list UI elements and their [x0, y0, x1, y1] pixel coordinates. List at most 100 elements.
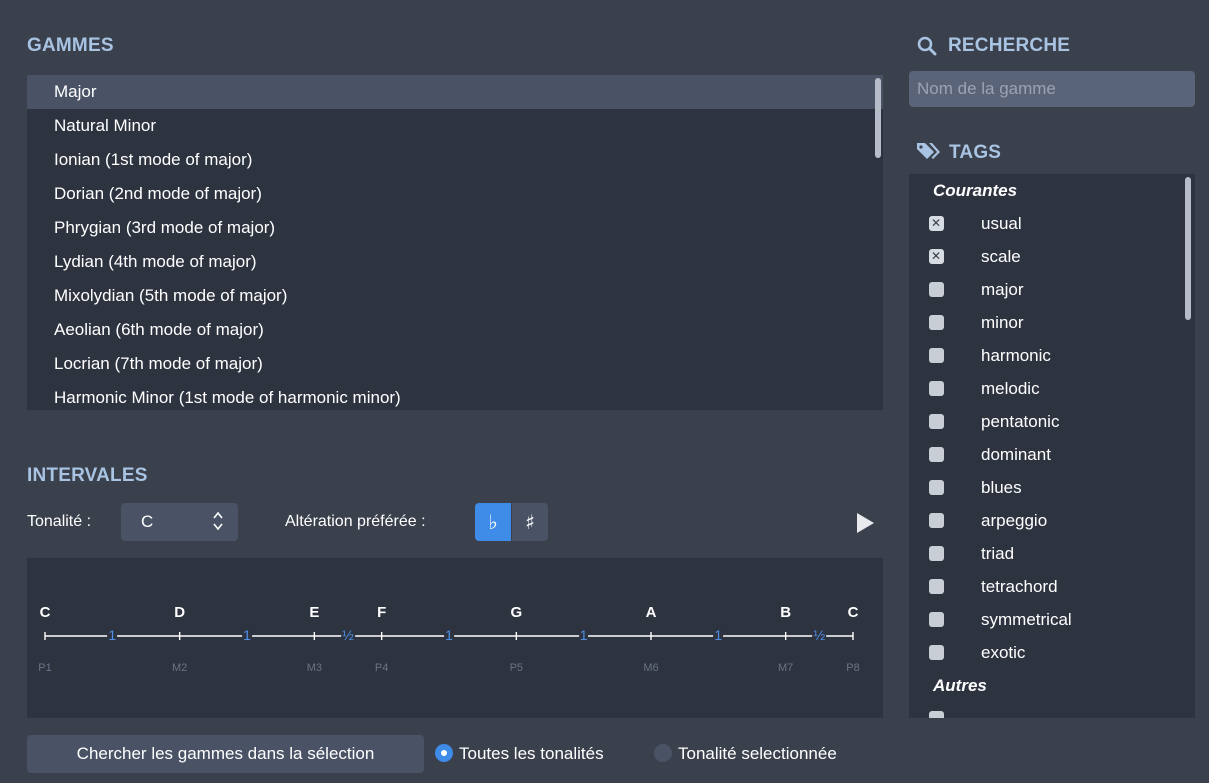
scale-list-item[interactable]: Locrian (7th mode of major): [27, 347, 883, 381]
tonality-label: Tonalité :: [27, 513, 92, 530]
degree-label: M7: [778, 662, 794, 674]
note-label: E: [309, 604, 320, 621]
tag-checkbox[interactable]: [929, 282, 944, 297]
tag-row: dominant: [909, 438, 1195, 471]
degree-label: P8: [846, 662, 860, 674]
tag-checkbox[interactable]: [929, 315, 944, 330]
tag-row: pentatonic: [909, 405, 1195, 438]
tag-row: major: [909, 273, 1195, 306]
tag-checkbox[interactable]: [929, 207, 944, 240]
search-in-selection-button[interactable]: Chercher les gammes dans la sélection: [27, 735, 424, 773]
tag-checkbox[interactable]: [929, 645, 944, 660]
tag-row: arpeggio: [909, 504, 1195, 537]
tag-label[interactable]: minor: [981, 306, 1024, 339]
flat-button[interactable]: ♭: [475, 503, 511, 541]
tag-checkbox[interactable]: [929, 513, 944, 528]
scale-list-item[interactable]: Harmonic Minor (1st mode of harmonic min…: [27, 381, 883, 410]
tag-label[interactable]: melodic: [981, 372, 1040, 405]
note-label: A: [645, 604, 657, 621]
tag-checkbox[interactable]: [929, 711, 944, 718]
step-label: 1: [107, 627, 118, 643]
search-heading: RECHERCHE: [948, 35, 1071, 56]
note-label: D: [174, 604, 186, 621]
tag-label[interactable]: tetrachord: [981, 570, 1058, 603]
tag-checkbox[interactable]: [929, 579, 944, 594]
scale-list-item[interactable]: Dorian (2nd mode of major): [27, 177, 883, 211]
scale-list-item[interactable]: Major: [27, 75, 883, 109]
tag-row: triad: [909, 537, 1195, 570]
step-label: 1: [713, 627, 724, 643]
scale-list[interactable]: Major Natural Minor Ionian (1st mode of ma…: [27, 75, 883, 410]
selected-tonality-label[interactable]: Tonalité selectionnée: [678, 744, 837, 764]
tag-checkbox[interactable]: [929, 414, 944, 429]
selected-tonality-radio[interactable]: [654, 744, 672, 762]
interval-panel: C P1 D M2 E M3 F P4 G P5 A M6 B M7 C P8 1 1 ½ 1 1 1 ½: [27, 558, 883, 718]
intervals-heading: INTERVALES: [27, 465, 148, 486]
scale-list-item[interactable]: Natural Minor: [27, 109, 883, 143]
tag-label[interactable]: triad: [981, 537, 1014, 570]
scales-heading: GAMMES: [27, 35, 114, 56]
alteration-label: Altération préférée :: [285, 513, 426, 530]
tag-label[interactable]: arpeggio: [981, 504, 1047, 537]
scale-list-item[interactable]: Ionian (1st mode of major): [27, 143, 883, 177]
tags-heading: TAGS: [949, 142, 1002, 163]
tonality-select[interactable]: C: [121, 503, 238, 541]
tonality-value: C: [141, 512, 154, 531]
tags-scrollbar[interactable]: [1185, 177, 1191, 320]
tag-row: melodic: [909, 372, 1195, 405]
tag-label[interactable]: symmetrical: [981, 603, 1072, 636]
tag-checkbox[interactable]: [929, 480, 944, 495]
all-tonalities-label[interactable]: Toutes les tonalités: [459, 744, 604, 764]
scale-list-scrollbar[interactable]: [875, 78, 881, 158]
tag-checkbox[interactable]: [929, 447, 944, 462]
play-icon[interactable]: [855, 512, 875, 539]
step-label: ½: [341, 627, 355, 643]
degree-label: M3: [306, 662, 322, 674]
step-label: 1: [578, 627, 589, 643]
note-label: F: [377, 604, 387, 621]
degree-label: M6: [643, 662, 659, 674]
tag-row: scale: [909, 240, 1195, 273]
tag-row: usual: [909, 207, 1195, 240]
tag-row: tetrachord: [909, 570, 1195, 603]
scale-list-item[interactable]: Mixolydian (5th mode of major): [27, 279, 883, 313]
note-label: G: [510, 604, 523, 621]
tag-label[interactable]: dominant: [981, 438, 1051, 471]
degree-label: P5: [509, 662, 524, 674]
scale-name-search-input[interactable]: [909, 71, 1195, 107]
tag-group-other: Autres: [933, 676, 987, 695]
tag-label[interactable]: blues: [981, 471, 1022, 504]
tag-group-common: Courantes: [933, 181, 1018, 200]
tag-row: harmonic: [909, 339, 1195, 372]
scale-list-item[interactable]: Lydian (4th mode of major): [27, 245, 883, 279]
step-label: 1: [444, 627, 454, 643]
sharp-button[interactable]: ♯: [512, 503, 548, 541]
tag-row-partial: [909, 702, 1195, 718]
tag-label[interactable]: harmonic: [981, 339, 1051, 372]
tag-checkbox[interactable]: [929, 240, 944, 273]
tags-panel: Courantes usualscalemajorminorharmonicme…: [909, 174, 1195, 718]
scale-list-item[interactable]: Phrygian (3rd mode of major): [27, 211, 883, 245]
tag-row: minor: [909, 306, 1195, 339]
tag-label[interactable]: scale: [981, 240, 1021, 273]
tag-label[interactable]: usual: [981, 207, 1022, 240]
degree-label: P4: [374, 662, 389, 674]
degree-label: P1: [38, 662, 52, 674]
note-label: B: [780, 604, 792, 621]
degree-label: M2: [172, 662, 188, 674]
tag-label[interactable]: major: [981, 273, 1024, 306]
tag-checkbox[interactable]: [929, 546, 944, 561]
scale-list-item[interactable]: Aeolian (6th mode of major): [27, 313, 883, 347]
alteration-toggle: ♭ ♯: [475, 503, 550, 541]
tag-checkbox[interactable]: [929, 348, 944, 363]
tag-label[interactable]: pentatonic: [981, 405, 1059, 438]
search-icon: [917, 36, 937, 61]
tag-label[interactable]: exotic: [981, 636, 1025, 669]
tag-icon: [916, 141, 942, 166]
note-label: C: [39, 604, 51, 621]
tag-checkbox[interactable]: [929, 612, 944, 627]
note-label: C: [847, 604, 859, 621]
all-tonalities-radio[interactable]: [435, 744, 453, 762]
chevron-updown-icon: [212, 510, 224, 537]
tag-checkbox[interactable]: [929, 381, 944, 396]
